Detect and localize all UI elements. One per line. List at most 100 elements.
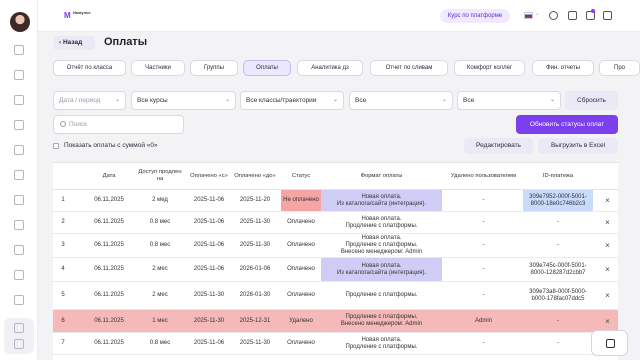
header-status: Статус (291, 172, 311, 179)
delete-row-button[interactable]: × (597, 234, 618, 257)
chat-button[interactable] (591, 330, 628, 356)
search-input[interactable] (69, 118, 179, 131)
wallet-icon[interactable] (14, 270, 24, 280)
sidebar (0, 0, 38, 360)
table-row[interactable]: 2 06.11.2025 0.8 мес 2025-11-06 2025-11-30 Оп… (53, 212, 618, 234)
back-label: Назад (62, 39, 83, 46)
row-select (73, 282, 87, 309)
cell-date: 06.11.2025 (94, 340, 124, 346)
tab-more[interactable]: Про (599, 60, 640, 76)
delete-row-button[interactable]: × (597, 190, 618, 211)
cell-date: 06.11.2025 (94, 292, 124, 298)
user-icon[interactable] (14, 45, 24, 55)
course-button[interactable]: Курс по платформе (440, 9, 510, 23)
cell-extended: 0.8 мес (149, 242, 171, 248)
tab-payments[interactable]: Оплаты (243, 60, 291, 76)
header-paid-from: Оплачено «с» (190, 172, 228, 179)
table-row[interactable]: 1 06.11.2025 2 мед 2025-11-06 2025-11-20 Не о… (53, 190, 618, 212)
zero-sum-label: Показать оплаты с суммой «0» (64, 142, 158, 149)
notification-dot (591, 9, 595, 13)
chat-icon (606, 339, 615, 348)
header-format: Формат оплаты (360, 172, 403, 179)
table-row[interactable]: 5 06.11.2025 2 мес 2025-11-30 2026-01-30 Опла… (53, 282, 618, 310)
cell-status: Оплачено (287, 340, 315, 346)
logo-mark: M (64, 11, 71, 20)
search-icon (60, 121, 66, 127)
cell-format: Новая оплата. Продление с платформы. (345, 336, 418, 350)
date-filter[interactable]: Дата / период ⌄ (53, 91, 126, 110)
avatar[interactable] (10, 12, 30, 32)
payments-table: Дата Доступ продлен на Оплачено «с» Опла… (53, 162, 618, 360)
status-select[interactable]: Все ⌄ (349, 91, 453, 110)
chevron-down-icon[interactable]: ⌄ (535, 11, 539, 17)
edit-button[interactable]: Редактировать (464, 138, 533, 154)
reset-button[interactable]: Сбросить (565, 91, 618, 110)
row-number: 2 (61, 219, 65, 225)
row-number: 7 (61, 340, 65, 346)
calendar-check-icon[interactable] (568, 11, 577, 20)
format-select[interactable]: Все ⌄ (457, 91, 561, 110)
cell-paid-from: 2025-11-06 (193, 197, 225, 203)
zero-sum-checkbox[interactable] (53, 143, 59, 149)
chat-icon[interactable] (14, 70, 24, 80)
cell-deleted-by: - (482, 292, 485, 298)
lock-icon[interactable] (14, 323, 24, 333)
delete-row-button[interactable]: × (597, 258, 618, 281)
support-icon[interactable] (14, 220, 24, 230)
cell-status: Оплачено (287, 292, 315, 298)
tab-private[interactable]: Частники (131, 60, 185, 76)
tab-groups[interactable]: Группы (190, 60, 238, 76)
export-excel-button[interactable]: Выгрузить в Excel (538, 138, 618, 154)
folder-icon[interactable] (14, 295, 24, 305)
cell-format: Новая оплата. Продление с платформы. Вне… (340, 235, 423, 255)
cell-paid-from: 2025-11-30 (193, 292, 225, 298)
classes-select[interactable]: Все классы/траектории ⌄ (240, 91, 344, 110)
cell-extended: 0.8 мес (149, 340, 171, 346)
row-select (73, 310, 87, 332)
tab-colleague-comfort[interactable]: Комфорт коллег (454, 60, 525, 76)
delete-row-button[interactable]: × (597, 282, 618, 309)
logo[interactable]: M Импульс (64, 11, 91, 21)
header-cell (53, 163, 73, 189)
chevron-down-icon: ⌄ (224, 97, 230, 103)
row-select (73, 234, 87, 257)
cell-status: Удалено (289, 317, 313, 324)
search-box (53, 115, 184, 134)
wand-icon[interactable] (14, 339, 24, 349)
cell-payment-id: 309e73a8-000f-5000-b000-178fac07ddc5 (529, 288, 587, 302)
tab-churn-report[interactable]: Отчет по сливам (370, 60, 448, 76)
table-row[interactable]: 4 06.11.2025 2 мес 2025-11-06 2026-01-06 Опла… (53, 258, 618, 282)
table-row[interactable]: 7 06.11.2025 0.8 мес 2025-11-06 2025-11-30 Оп… (53, 333, 618, 355)
tab-homework-analytics[interactable]: Аналитика дз (297, 60, 363, 76)
tab-financial-reports[interactable]: Фин. отчеты (532, 60, 594, 76)
users-icon[interactable] (549, 11, 558, 20)
language-flag-icon[interactable] (524, 12, 533, 19)
tab-class-report[interactable]: Отчёт по класса (53, 60, 126, 76)
cell-deleted-by: Admin (474, 317, 492, 324)
cell-date: 06.11.2025 (94, 242, 124, 248)
cell-extended: 2 мес (152, 266, 168, 272)
edit-icon[interactable] (14, 170, 24, 180)
cell-paid-from: 2025-11-06 (193, 266, 225, 272)
cell-paid-to: 2026-01-30 (239, 292, 271, 298)
row-number: 6 (61, 317, 65, 324)
table-icon[interactable] (14, 245, 24, 255)
delete-row-button[interactable]: × (597, 310, 618, 332)
chevron-down-icon: ⌄ (549, 97, 555, 103)
header-paid-to: Оплачено «до» (234, 172, 276, 179)
group-icon[interactable] (14, 120, 24, 130)
logout-icon[interactable] (603, 11, 612, 20)
table-header: Дата Доступ продлен на Оплачено «с» Опла… (53, 163, 618, 190)
table-row[interactable]: 6 06.11.2025 1 мес 2025-11-30 2025-12-31 Удал… (53, 310, 618, 333)
courses-select[interactable]: Все курсы ⌄ (131, 91, 236, 110)
chevron-down-icon: ⌄ (332, 97, 338, 103)
cell-deleted-by: - (482, 197, 485, 203)
grid-icon[interactable] (14, 95, 24, 105)
delete-row-button[interactable]: × (597, 212, 618, 233)
table-row[interactable]: 3 06.11.2025 0.8 мес 2025-11-06 2025-11-30 Оп… (53, 234, 618, 258)
row-number: 5 (61, 292, 65, 298)
back-button[interactable]: ‹ Назад (53, 36, 95, 50)
document-icon[interactable] (14, 145, 24, 155)
update-statuses-button[interactable]: Обновить статусы оплат (516, 115, 618, 134)
chart-icon[interactable] (14, 195, 24, 205)
